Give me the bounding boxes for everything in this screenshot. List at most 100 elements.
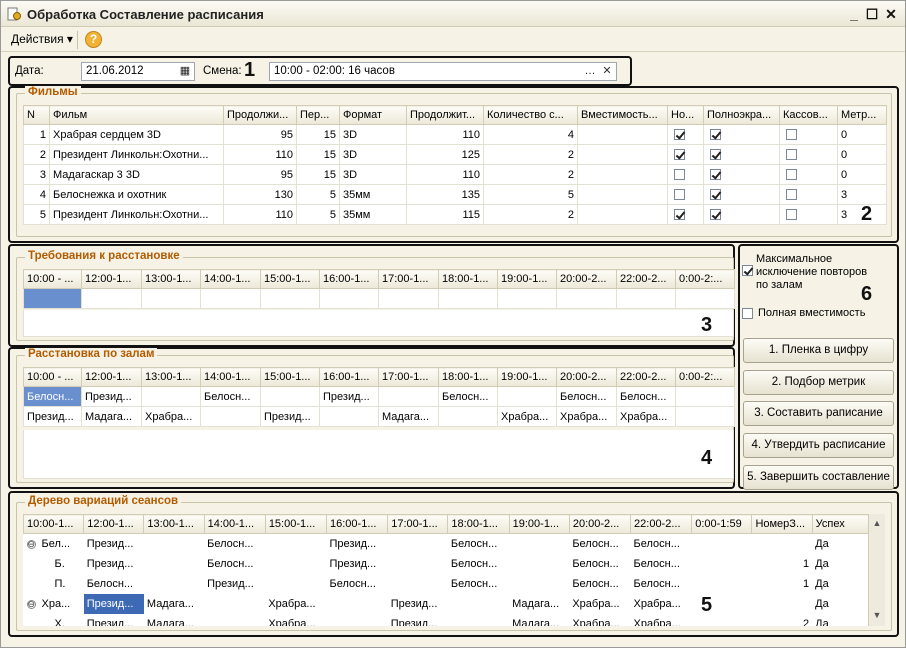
film-cell-count[interactable]: 2 [483, 144, 578, 165]
film-cell-metric[interactable]: 3 [837, 184, 887, 205]
req-col-header[interactable]: 20:00-2... [556, 269, 617, 289]
film-cell-dur2[interactable]: 135 [406, 184, 484, 205]
tree-col-header[interactable]: НомерЗ... [751, 514, 813, 534]
req-col-header[interactable]: 18:00-1... [438, 269, 498, 289]
select-metrics-button[interactable]: 2. Подбор метрик [743, 370, 894, 395]
placement-cell[interactable]: Храбра... [616, 406, 676, 427]
film-cell-metric[interactable]: 0 [837, 124, 887, 145]
placement-cell[interactable]: Презид... [319, 386, 379, 407]
placement-cell[interactable]: Белосн... [616, 386, 676, 407]
film-cell-dur2[interactable]: 110 [406, 124, 484, 145]
max-exclusion-checkbox[interactable] [742, 265, 753, 276]
films-col-header[interactable]: Продолжи... [223, 105, 297, 125]
placement-col-header[interactable]: 20:00-2... [556, 367, 617, 387]
tree-cell[interactable] [327, 594, 388, 614]
films-col-header[interactable]: Формат [339, 105, 407, 125]
film-cell-box[interactable] [779, 164, 838, 185]
tree-cell[interactable] [204, 594, 265, 614]
films-col-header[interactable]: Продолжит... [406, 105, 484, 125]
tree-row[interactable]: П. Белосн... Презид... Белосн... Белосн... Бе… [24, 574, 869, 594]
full-checkbox[interactable] [710, 209, 721, 221]
film-cell-film[interactable]: Белоснежка и охотник [49, 184, 224, 205]
tree-row[interactable]: Х. Презид... Мадага... Храбра... Презид... Ма… [24, 614, 869, 627]
placement-cell[interactable]: Презид... [23, 406, 82, 427]
placement-col-header[interactable]: 14:00-1... [200, 367, 261, 387]
tree-cell[interactable]: Презид... [84, 534, 144, 554]
film-cell-n[interactable]: 3 [23, 164, 50, 185]
film-row[interactable]: 2 Президент Линкольн:Охотни... 110 15 3D 125 2… [23, 144, 887, 165]
req-cell[interactable] [200, 288, 261, 309]
film-cell-format[interactable]: 3D [339, 144, 407, 165]
placement-row[interactable]: Презид... Мадага... Храбра... Презид... Мада… [23, 406, 735, 427]
tree-cell[interactable]: Да [812, 614, 868, 627]
film-cell-new[interactable] [667, 184, 704, 205]
collapse-toggle-icon[interactable]: ⊖ [26, 599, 36, 609]
films-col-header[interactable]: Метр... [837, 105, 887, 125]
films-col-header[interactable]: Вместимость... [577, 105, 668, 125]
placement-col-header[interactable]: 12:00-1... [81, 367, 142, 387]
film-cell-dur2[interactable]: 110 [406, 164, 484, 185]
finish-button[interactable]: 5. Завершить составление [743, 465, 894, 490]
placement-col-header[interactable]: 15:00-1... [260, 367, 320, 387]
tree-cell[interactable]: Презид... [204, 574, 265, 594]
box-checkbox[interactable] [786, 209, 797, 221]
req-cell[interactable] [141, 288, 201, 309]
tree-cell[interactable] [265, 554, 326, 574]
req-cell[interactable] [23, 288, 82, 309]
tree-cell[interactable]: ⊖ Хра... [24, 594, 84, 614]
film-row[interactable]: 4 Белоснежка и охотник 130 5 35мм 135 5 3 [23, 184, 887, 205]
tree-cell[interactable]: Белосн... [448, 554, 509, 574]
film-cell-dur[interactable]: 110 [223, 144, 297, 165]
tree-cell[interactable]: Храбра... [631, 614, 692, 627]
film-cell-new[interactable] [667, 124, 704, 145]
film-cell-full[interactable] [703, 184, 780, 205]
films-col-header[interactable]: Полноэкра... [703, 105, 780, 125]
film-cell-per[interactable]: 5 [296, 204, 340, 225]
film-cell-metric[interactable]: 0 [837, 164, 887, 185]
tree-cell[interactable]: Храбра... [631, 594, 692, 614]
tree-cell[interactable]: Белосн... [84, 574, 144, 594]
new-checkbox[interactable] [674, 129, 685, 141]
tree-col-header[interactable]: 20:00-2... [568, 514, 632, 534]
full-checkbox[interactable] [710, 149, 721, 161]
films-col-header[interactable]: Пер... [296, 105, 340, 125]
tree-cell[interactable]: Презид... [388, 594, 448, 614]
tree-cell[interactable] [144, 574, 204, 594]
placement-cell[interactable] [260, 386, 320, 407]
film-cell-dur2[interactable]: 115 [406, 204, 484, 225]
tree-cell[interactable] [265, 574, 326, 594]
tree-cell[interactable] [388, 574, 448, 594]
req-cell[interactable] [438, 288, 498, 309]
tree-col-header[interactable]: 22:00-2... [630, 514, 693, 534]
tree-col-header[interactable]: 10:00-1... [23, 514, 85, 534]
req-col-header[interactable]: 0:00-2:... [675, 269, 735, 289]
tree-cell[interactable]: Белосн... [569, 534, 630, 554]
tree-cell[interactable]: Белосн... [631, 574, 692, 594]
req-cell[interactable] [675, 288, 735, 309]
placement-cell[interactable]: Белосн... [200, 386, 261, 407]
placement-cell[interactable]: Храбра... [497, 406, 557, 427]
film-row[interactable]: 5 Президент Линкольн:Охотни... 110 5 35мм 115… [23, 204, 887, 225]
placement-col-header[interactable]: 0:00-2:... [675, 367, 735, 387]
req-cell[interactable] [378, 288, 439, 309]
full-checkbox[interactable] [710, 189, 721, 201]
req-cell[interactable] [616, 288, 676, 309]
scroll-up-icon[interactable]: ▲ [870, 516, 884, 530]
select-ellipsis-icon[interactable]: … [582, 64, 598, 79]
tree-cell[interactable]: Презид... [83, 593, 144, 614]
tree-cell[interactable]: ⊖ Бел... [24, 534, 84, 554]
film-cell-dur[interactable]: 110 [223, 204, 297, 225]
tree-cell[interactable]: Храбра... [265, 614, 326, 627]
film-cell-dur[interactable]: 130 [223, 184, 297, 205]
minimize-icon[interactable]: _ [845, 5, 863, 23]
tree-cell[interactable]: Храбра... [569, 614, 630, 627]
tree-cell[interactable] [144, 534, 204, 554]
placement-cell[interactable]: Мадага... [378, 406, 439, 427]
film-cell-new[interactable] [667, 144, 704, 165]
req-row[interactable] [23, 288, 735, 309]
films-col-header[interactable]: N [23, 105, 50, 125]
placement-col-header[interactable]: 13:00-1... [141, 367, 201, 387]
film-cell-cap[interactable] [577, 164, 668, 185]
tree-cell[interactable] [388, 554, 448, 574]
req-cell[interactable] [319, 288, 379, 309]
